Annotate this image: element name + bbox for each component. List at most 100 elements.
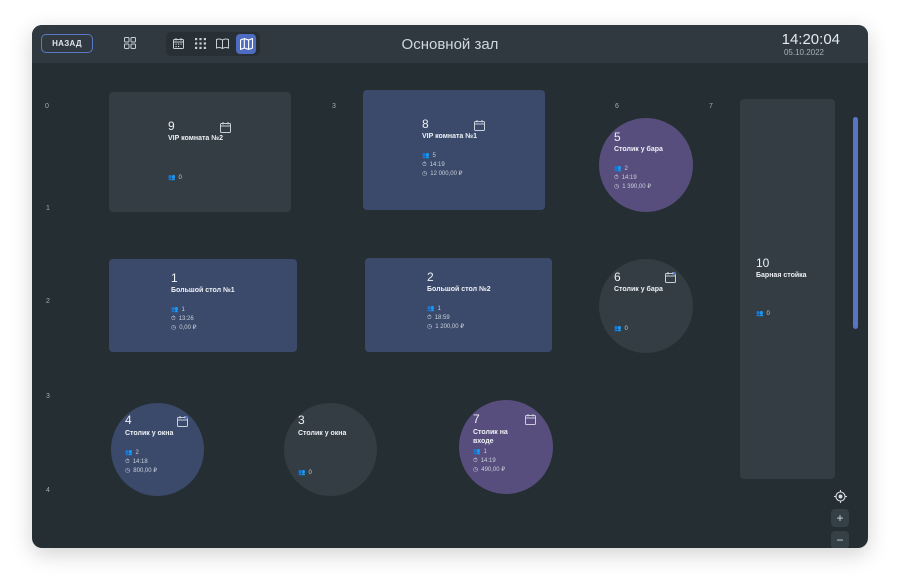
dots-grid-icon[interactable] <box>192 35 208 51</box>
row-number: 4 <box>46 487 50 494</box>
table-card[interactable]: 6 Столик у бара 👥 0 <box>599 259 693 353</box>
time-value: 14:19 <box>480 458 496 464</box>
timer-icon: ⏱ <box>125 459 130 465</box>
table-card[interactable]: 2 Большой стол №2 👥 1 ⏱ 18:59 ◷ 1 200,00 ₽ <box>365 258 552 352</box>
table-number: 1 <box>171 271 178 285</box>
time-stat: ⏱ 18:59 <box>427 314 450 322</box>
time-stat: ⏱ 14:19 <box>422 161 445 169</box>
timer-icon: ⏱ <box>427 315 432 321</box>
timer-icon: ⏱ <box>171 316 176 322</box>
table-name: Большой стол №1 <box>171 287 235 294</box>
table-name: Столик у окна <box>298 430 347 437</box>
guests-count: 👥 5 <box>422 152 436 160</box>
clock-icon: ◷ <box>422 171 428 177</box>
table-name: Столик у окна <box>125 430 174 437</box>
amount-value: 1 390,00 ₽ <box>622 184 652 190</box>
amount-value: 490,00 ₽ <box>481 467 506 473</box>
table-card[interactable]: 9 VIP комната №2 👥 0 <box>109 92 291 212</box>
back-button[interactable]: НАЗАД <box>41 34 93 53</box>
table-name: Столик на входе <box>473 429 508 445</box>
table-number: 4 <box>125 413 132 427</box>
clock-time: 14:20:04 <box>781 31 840 48</box>
guests-icon: 👥 <box>614 326 622 332</box>
table-number: 8 <box>422 117 429 131</box>
row-number: 3 <box>46 393 50 400</box>
table-card[interactable]: 3 Столик у окна 👥 0 <box>284 403 377 496</box>
guests-count: 👥 0 <box>756 310 770 318</box>
amount-stat: ◷ 1 200,00 ₽ <box>427 323 464 331</box>
guests-value: 0 <box>624 326 628 332</box>
table-card[interactable]: 1 Большой стол №1 👥 1 ⏱ 13:26 ◷ 0,00 ₽ <box>109 259 297 352</box>
table-name: Большой стол №2 <box>427 286 491 293</box>
guests-count: 👥 1 <box>171 306 185 314</box>
timer-icon: ⏱ <box>422 162 427 168</box>
time-value: 14:18 <box>132 459 148 465</box>
table-number: 7 <box>473 412 480 426</box>
table-card[interactable]: 5 Столик у бара 👥 2 ⏱ 14:19 ◷ 1 390,00 ₽ <box>599 118 693 212</box>
clock-icon: ◷ <box>473 467 479 473</box>
guests-value: 1 <box>483 449 487 455</box>
top-bar: Основной зал НАЗАД 14:20:04 05.10.2022 <box>32 25 868 63</box>
amount-stat: ◷ 12 000,00 ₽ <box>422 170 462 178</box>
table-number: 9 <box>168 119 175 133</box>
table-name: Барная стойка <box>756 272 807 279</box>
amount-stat: ◷ 1 390,00 ₽ <box>614 183 651 191</box>
table-card[interactable]: 8 VIP комната №1 👥 5 ⏱ 14:19 ◷ 12 000,00 ₽ <box>363 90 545 210</box>
clock-icon: ◷ <box>171 325 177 331</box>
amount-stat: ◷ 800,00 ₽ <box>125 467 157 475</box>
guests-icon: 👥 <box>614 166 622 172</box>
amount-value: 1 200,00 ₽ <box>435 324 465 330</box>
timer-icon: ⏱ <box>614 175 619 181</box>
locate-button[interactable] <box>831 487 849 505</box>
guests-value: 0 <box>766 311 770 317</box>
app-window: Основной зал НАЗАД 14:20:04 05.10.2022 0… <box>32 25 868 548</box>
table-number: 6 <box>614 270 621 284</box>
calendar-icon <box>474 120 485 131</box>
calendar-icon <box>220 122 231 133</box>
guests-value: 0 <box>178 175 182 181</box>
table-name: VIP комната №1 <box>422 133 477 140</box>
amount-stat: ◷ 0,00 ₽ <box>171 324 196 332</box>
time-value: 13:26 <box>178 316 194 322</box>
zoom-in-button[interactable]: + <box>831 509 849 527</box>
vertical-scrollbar[interactable] <box>853 117 858 329</box>
amount-stat: ◷ 490,00 ₽ <box>473 466 505 474</box>
guests-count: 👥 2 <box>614 165 628 173</box>
guests-icon: 👥 <box>298 470 306 476</box>
guests-icon: 👥 <box>125 450 133 456</box>
guests-value: 1 <box>437 306 441 312</box>
guests-icon: 👥 <box>756 311 764 317</box>
time-stat: ⏱ 14:19 <box>614 174 637 182</box>
table-name: Столик у бара <box>614 146 663 153</box>
table-card[interactable]: 10 Барная стойка 👥 0 <box>740 99 835 479</box>
table-number: 5 <box>614 130 621 144</box>
zoom-out-button[interactable]: − <box>831 531 849 548</box>
column-number: 6 <box>615 103 619 110</box>
column-number: 3 <box>332 103 336 110</box>
guests-count: 👥 0 <box>298 469 312 477</box>
time-value: 14:19 <box>621 175 637 181</box>
calendar-icon <box>665 272 676 283</box>
grid-icon[interactable] <box>122 35 138 51</box>
guests-value: 2 <box>135 450 139 456</box>
table-card[interactable]: 4 Столик у окна 👥 2 ⏱ 14:18 ◷ 800,00 ₽ <box>111 403 204 496</box>
book-icon[interactable] <box>214 35 230 51</box>
column-number: 7 <box>709 103 713 110</box>
time-stat: ⏱ 13:26 <box>171 315 194 323</box>
calendar-icon[interactable] <box>170 35 186 51</box>
timer-icon: ⏱ <box>473 458 478 464</box>
map-icon[interactable] <box>236 34 256 54</box>
guests-icon: 👥 <box>427 306 435 312</box>
row-number: 2 <box>46 298 50 305</box>
guests-count: 👥 2 <box>125 449 139 457</box>
guests-value: 2 <box>624 166 628 172</box>
table-card[interactable]: 7 Столик на входе 👥 1 ⏱ 14:19 ◷ 490,00 ₽ <box>459 400 553 494</box>
guests-value: 5 <box>432 153 436 159</box>
floor-plan[interactable]: 0 1 2 3 4 5 6 7 8 1 2 3 4 9 VIP комната … <box>32 63 868 548</box>
time-stat: ⏱ 14:18 <box>125 458 148 466</box>
clock-icon: ◷ <box>427 324 433 330</box>
calendar-icon <box>177 416 188 427</box>
target-icon <box>833 489 847 503</box>
guests-value: 0 <box>308 470 312 476</box>
time-value: 18:59 <box>434 315 450 321</box>
